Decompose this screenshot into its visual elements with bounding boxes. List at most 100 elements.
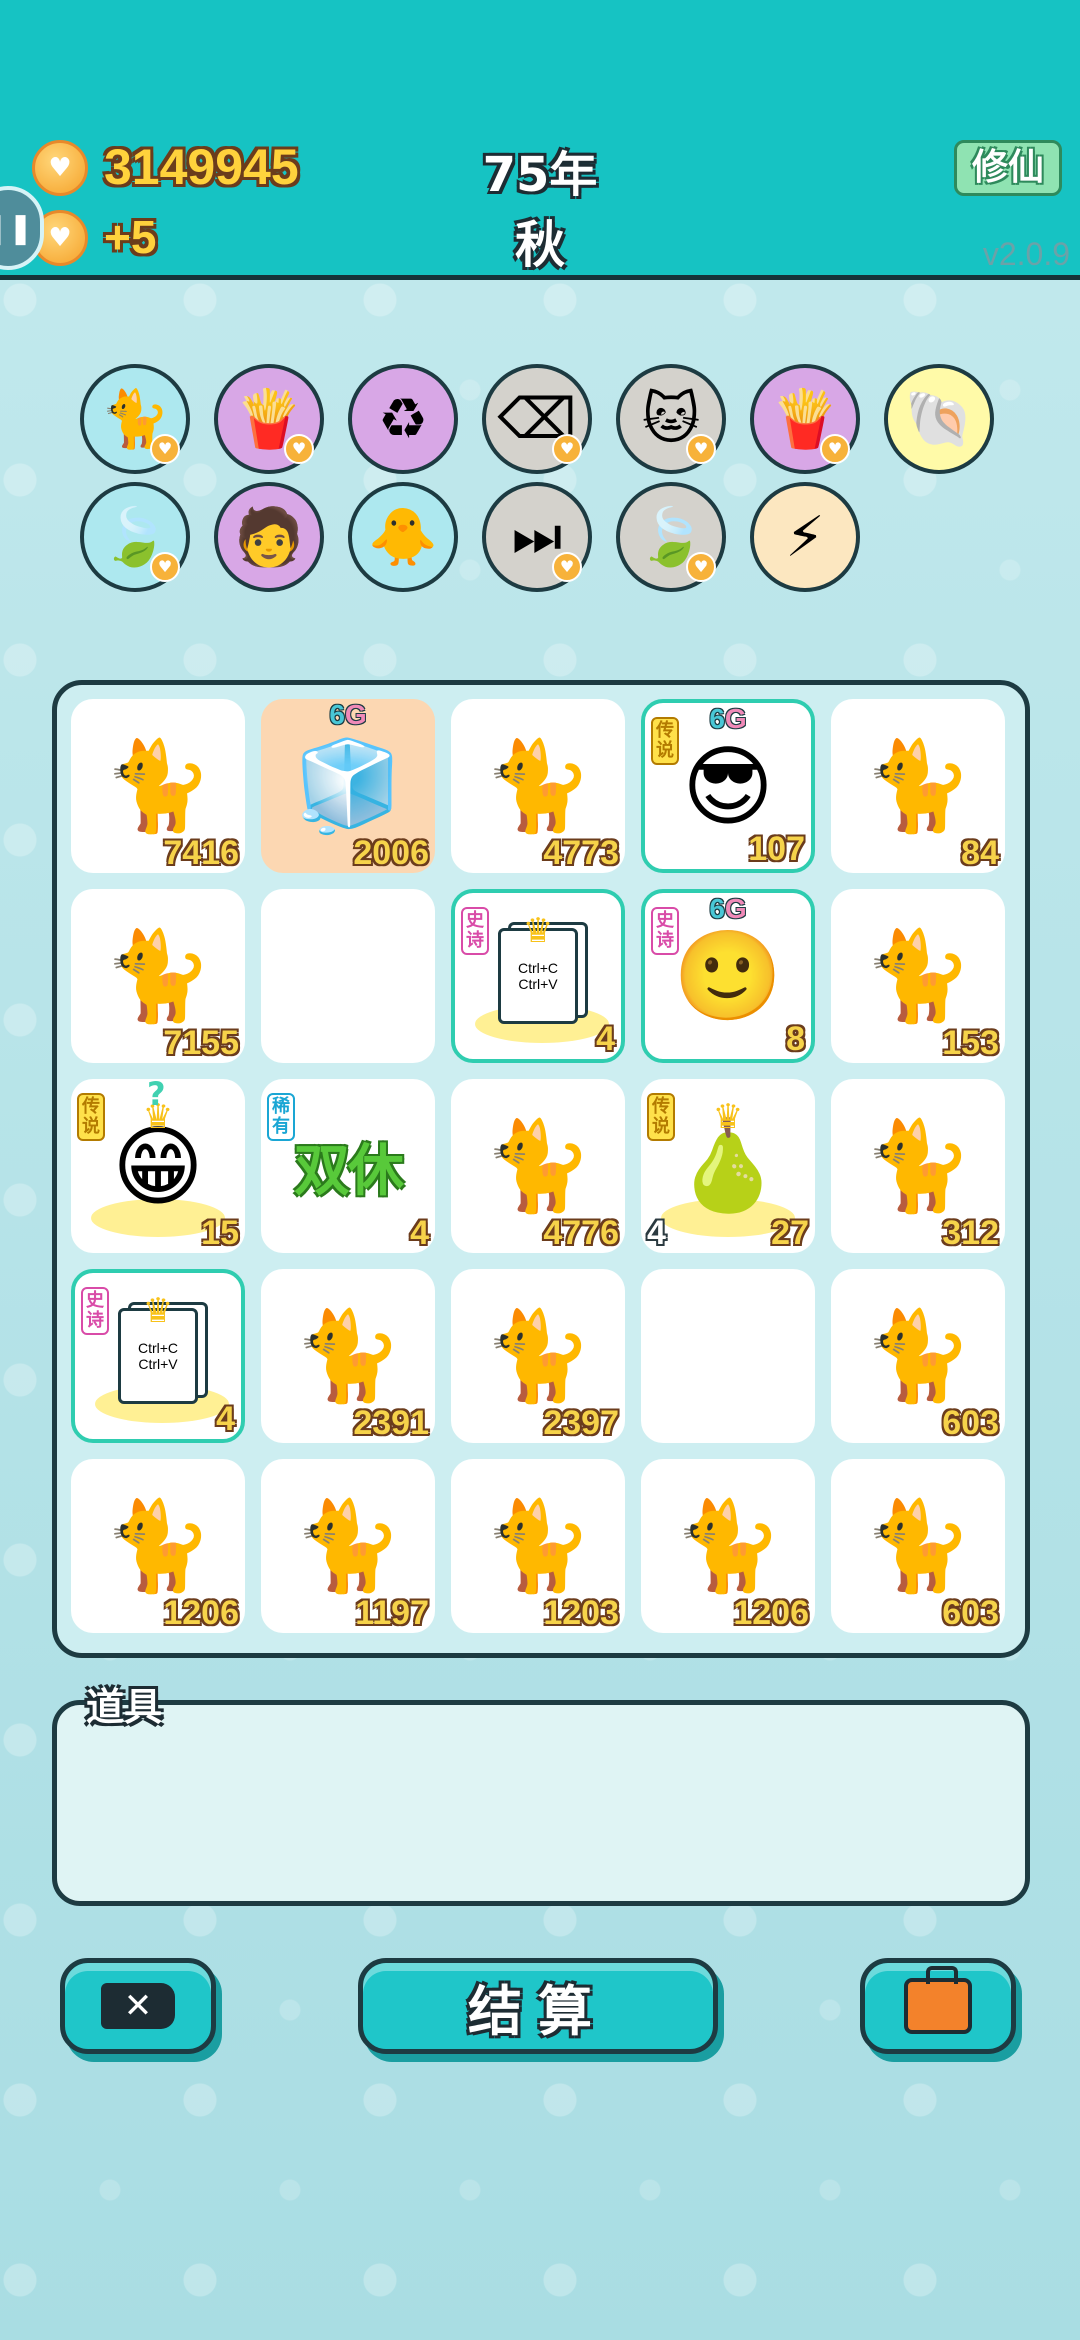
cell-value: 1206 — [163, 1594, 239, 1632]
cat-icon[interactable]: 🐈 ♥ — [80, 364, 190, 474]
rarity-tag: 传说 — [77, 1093, 105, 1141]
recycle-icon[interactable]: ♻ — [348, 364, 458, 474]
board-cell[interactable]: 🐈 153 — [831, 889, 1005, 1063]
board-cell[interactable]: 🐈 2397 — [451, 1269, 625, 1443]
board-cell[interactable]: 🧊 6G 2006 — [261, 699, 435, 873]
delete-icon: ✕ — [101, 1983, 175, 2029]
twin-cats-icon[interactable]: 🐱 ♥ — [616, 364, 726, 474]
items-label: 道具 — [86, 1685, 163, 1729]
board-cell[interactable]: 🍐 ♛ 传说 4 27 — [641, 1079, 815, 1253]
cell-value: 84 — [961, 834, 999, 872]
network-6g-badge: 6G — [329, 699, 367, 730]
settle-button-label: 结算 — [468, 1979, 608, 2043]
inventory-button[interactable] — [860, 1958, 1016, 2054]
copy-line: Ctrl+C — [517, 960, 559, 976]
cell-value: 4776 — [543, 1214, 619, 1252]
board-cell[interactable]: 🐈 7155 — [71, 889, 245, 1063]
money-counter: 3149945 — [104, 139, 299, 195]
double-rest-text: 双休 — [294, 1138, 404, 1204]
rarity-tag: 稀有 — [267, 1093, 295, 1141]
cell-value: 603 — [942, 1594, 999, 1632]
rarity-tag: 史诗 — [81, 1287, 109, 1335]
cell-value: 2006 — [353, 834, 429, 872]
coin-badge-icon: ♥ — [150, 552, 180, 582]
board-cell[interactable]: 🐈 312 — [831, 1079, 1005, 1253]
board-cell[interactable]: Ctrl+C Ctrl+V ♛ 史诗 4 — [451, 889, 625, 1063]
coin-badge-icon: ♥ — [820, 434, 850, 464]
cell-value: 4 — [596, 1020, 615, 1058]
leaf-icon[interactable]: 🍃 ♥ — [616, 482, 726, 592]
cell-value: 8 — [786, 1020, 805, 1058]
cell-counter: 4 — [647, 1214, 666, 1252]
shell-icon[interactable]: 🐚 — [884, 364, 994, 474]
items-panel — [52, 1700, 1030, 1906]
question-mark: ? — [147, 1079, 166, 1113]
cell-value: 1206 — [733, 1594, 809, 1632]
lightning-icon[interactable]: ⚡ — [750, 482, 860, 592]
leaf-icon[interactable]: 🍃 ♥ — [80, 482, 190, 592]
cell-value: 107 — [748, 830, 805, 868]
remove-button[interactable]: ✕ — [60, 1958, 216, 2054]
top-bar: ♥ 3149945 ♥ +5 75年 秋 修仙 v2.0.9 ❚❚ — [0, 0, 1080, 280]
slot-board: 🐈 7416 🧊 6G 2006 🐈 4773 😎 6G 传说 107 🐈 84 🐈 7155 Ctrl+C C… — [52, 680, 1030, 1658]
board-cell[interactable]: Ctrl+C Ctrl+V ♛ 史诗 4 — [71, 1269, 245, 1443]
fries-icon[interactable]: 🍟 ♥ — [750, 364, 860, 474]
income-per-turn: +5 — [104, 211, 157, 263]
year-label: 75年 — [482, 147, 598, 203]
cell-value: 153 — [942, 1024, 999, 1062]
version-label: v2.0.9 — [982, 236, 1070, 272]
coin-icon: ♥ — [32, 140, 88, 196]
settle-button[interactable]: 结算 — [358, 1958, 718, 2054]
season-label: 秋 — [515, 216, 565, 274]
board-cell[interactable]: 🙂 6G 史诗 8 — [641, 889, 815, 1063]
board-cell[interactable]: 双休 稀有 4 — [261, 1079, 435, 1253]
rarity-tag: 史诗 — [461, 907, 489, 955]
paste-line: Ctrl+V — [518, 976, 558, 992]
cell-value: 603 — [942, 1404, 999, 1442]
briefcase-icon — [904, 1966, 972, 2034]
empty-cell — [641, 1269, 815, 1443]
board-cell[interactable]: 😁 ♛? 传说 15 — [71, 1079, 245, 1253]
cell-value: 4 — [410, 1214, 429, 1252]
board-cell[interactable]: 🐈 7416 — [71, 699, 245, 873]
delete-key-icon[interactable]: ⌫ ♥ — [482, 364, 592, 474]
board-cell[interactable]: 🐈 603 — [831, 1459, 1005, 1633]
cell-value: 7155 — [163, 1024, 239, 1062]
rarity-tag: 传说 — [651, 717, 679, 765]
cell-value: 1203 — [543, 1594, 619, 1632]
rarity-tag: 传说 — [647, 1093, 675, 1141]
coin-badge-icon: ♥ — [686, 434, 716, 464]
fries-icon[interactable]: 🍟 ♥ — [214, 364, 324, 474]
board-cell[interactable]: 🐈 1203 — [451, 1459, 625, 1633]
board-cell[interactable] — [641, 1269, 815, 1443]
board-cell[interactable]: 🐈 2391 — [261, 1269, 435, 1443]
board-cell[interactable]: 🐈 1206 — [641, 1459, 815, 1633]
cell-value: 15 — [201, 1214, 239, 1252]
board-cell[interactable]: 🐈 1206 — [71, 1459, 245, 1633]
skip-icon[interactable]: ⏭ ♥ — [482, 482, 592, 592]
coin-badge-icon: ♥ — [150, 434, 180, 464]
cell-value: 7416 — [163, 834, 239, 872]
coin-badge-icon: ♥ — [686, 552, 716, 582]
cell-value: 27 — [771, 1214, 809, 1252]
math-student-icon[interactable]: 🧑 — [214, 482, 324, 592]
board-cell[interactable]: 🐈 4776 — [451, 1079, 625, 1253]
rarity-tag: 史诗 — [651, 907, 679, 955]
pause-icon[interactable]: ❚❚ — [0, 186, 44, 270]
board-cell[interactable]: 🐈 1197 — [261, 1459, 435, 1633]
chick-egg-icon[interactable]: 🐥 — [348, 482, 458, 592]
copy-line: Ctrl+C — [137, 1340, 179, 1356]
board-cell[interactable]: 😎 6G 传说 107 — [641, 699, 815, 873]
coin-badge-icon: ♥ — [552, 552, 582, 582]
board-cell[interactable]: 🐈 4773 — [451, 699, 625, 873]
paste-line: Ctrl+V — [138, 1356, 178, 1372]
board-cell[interactable] — [261, 889, 435, 1063]
board-cell[interactable]: 🐈 84 — [831, 699, 1005, 873]
coin-badge-icon: ♥ — [284, 434, 314, 464]
empty-cell — [261, 889, 435, 1063]
cultivate-button[interactable]: 修仙 — [954, 140, 1062, 196]
cell-value: 2397 — [543, 1404, 619, 1442]
board-cell[interactable]: 🐈 603 — [831, 1269, 1005, 1443]
cell-value: 1197 — [355, 1594, 429, 1632]
coin-badge-icon: ♥ — [552, 434, 582, 464]
